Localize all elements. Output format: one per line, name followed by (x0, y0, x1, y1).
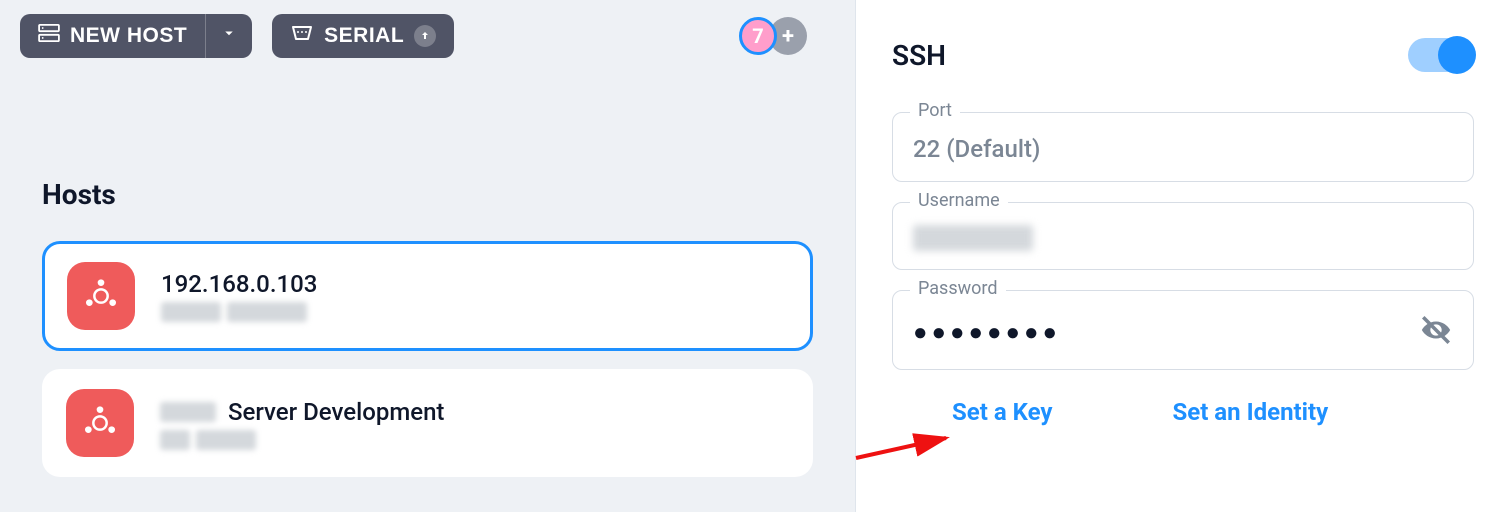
server-icon (38, 24, 60, 48)
username-value (913, 225, 1033, 251)
ssh-toggle[interactable] (1408, 38, 1474, 72)
host-subtitle (160, 430, 444, 450)
annotation-arrow (851, 426, 961, 466)
serial-button[interactable]: SERIAL (272, 14, 454, 58)
host-card[interactable]: 192.168.0.103 (42, 241, 813, 351)
host-name: Server Development (160, 396, 444, 426)
left-panel: NEW HOST SERIAL 7 + (0, 0, 855, 512)
panel-title: SSH (892, 39, 946, 72)
eye-off-icon[interactable] (1419, 313, 1453, 351)
port-field[interactable]: Port 22 (Default) (892, 112, 1474, 182)
host-card[interactable]: Server Development (42, 369, 813, 477)
host-text: Server Development (160, 396, 444, 450)
panel-header: SSH (892, 38, 1474, 72)
ubuntu-icon (66, 389, 134, 457)
host-list: 192.168.0.103 Server Development (20, 241, 835, 477)
notification-badge[interactable]: 7 (739, 17, 777, 55)
chevron-down-icon (220, 24, 238, 48)
hosts-section-title: Hosts (42, 178, 835, 211)
new-host-button[interactable]: NEW HOST (20, 14, 205, 58)
toggle-knob (1438, 36, 1476, 74)
username-field[interactable]: Username (892, 202, 1474, 270)
password-label: Password (910, 278, 1006, 299)
host-subtitle (161, 302, 317, 322)
serial-port-icon (290, 24, 314, 48)
new-host-dropdown-button[interactable] (205, 14, 252, 58)
password-value: ●●●●●●●● (913, 318, 1061, 347)
badge-cluster: 7 + (739, 17, 807, 55)
new-host-label: NEW HOST (70, 24, 187, 48)
password-field[interactable]: Password ●●●●●●●● (892, 290, 1474, 370)
set-key-link[interactable]: Set a Key (952, 398, 1052, 426)
serial-label: SERIAL (324, 24, 404, 48)
username-label: Username (910, 190, 1008, 211)
host-text: 192.168.0.103 (161, 270, 317, 322)
set-identity-link[interactable]: Set an Identity (1172, 398, 1328, 426)
right-panel: SSH Port 22 (Default) Username Password … (855, 0, 1492, 512)
arrow-up-icon (414, 25, 436, 47)
link-row: Set a Key Set an Identity (892, 398, 1474, 426)
host-name: 192.168.0.103 (161, 270, 317, 298)
new-host-button-group: NEW HOST (20, 14, 252, 58)
port-label: Port (910, 100, 960, 121)
ubuntu-icon (67, 262, 135, 330)
toolbar: NEW HOST SERIAL 7 + (20, 14, 835, 58)
port-value: 22 (Default) (913, 135, 1040, 163)
